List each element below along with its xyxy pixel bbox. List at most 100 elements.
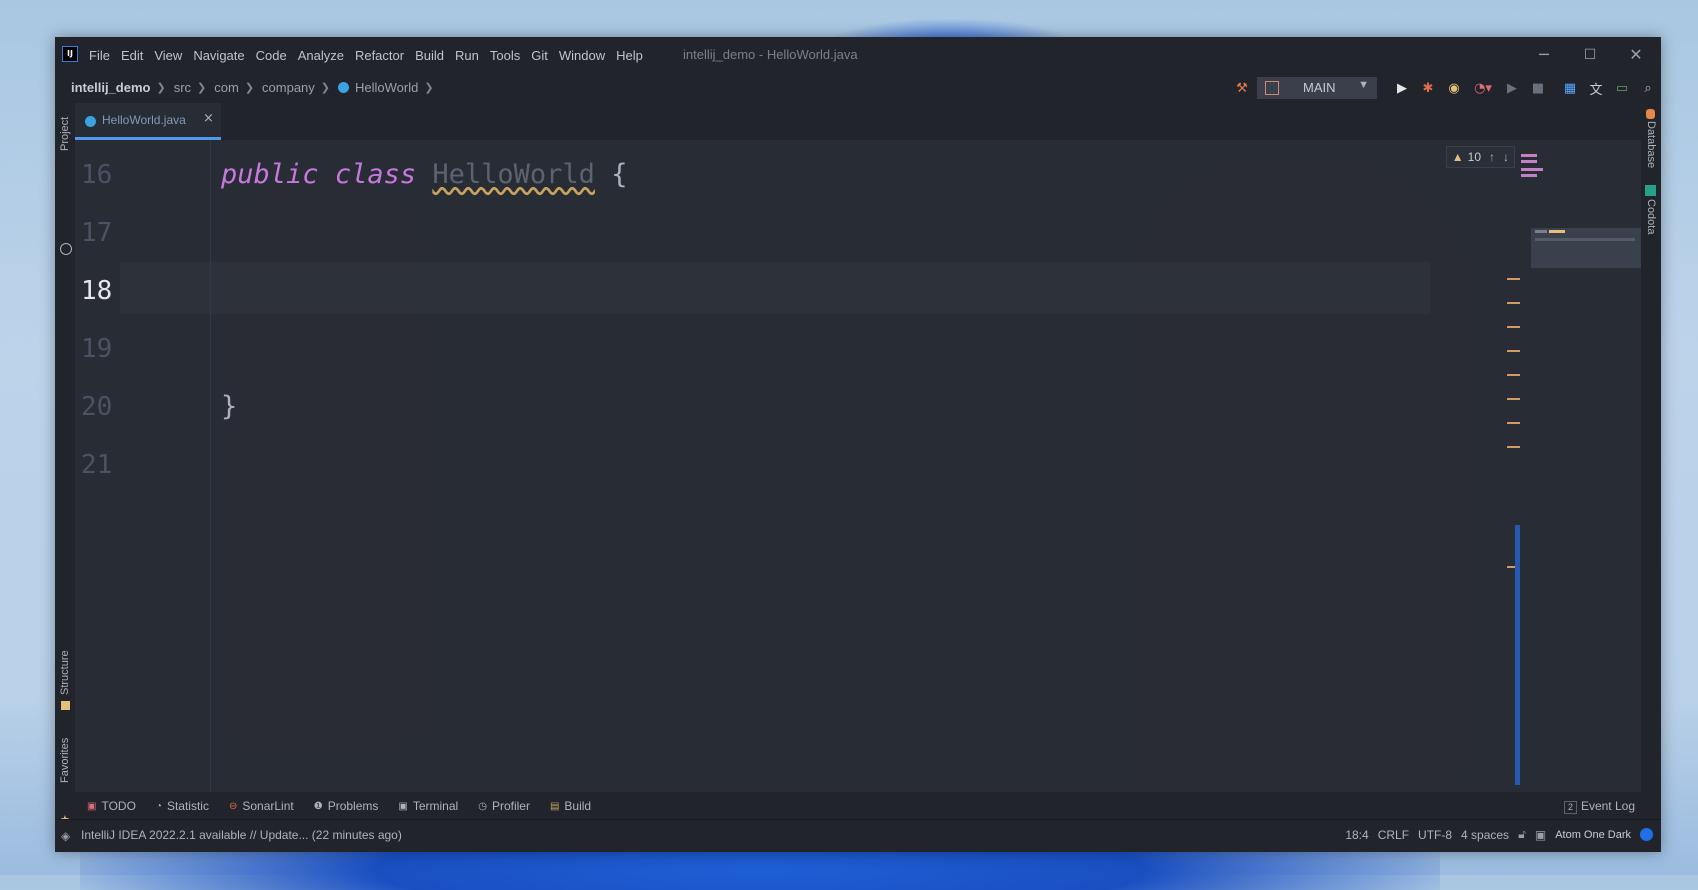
tab-label: HelloWorld.java: [102, 113, 186, 127]
breadcrumb-project[interactable]: intellij_demo: [71, 80, 150, 95]
caret-position[interactable]: 18:4: [1345, 828, 1368, 842]
event-log-button[interactable]: 2 Event Log: [1563, 799, 1635, 814]
breadcrumb-src[interactable]: src: [174, 80, 191, 95]
stop-icon[interactable]: ■: [1527, 77, 1549, 99]
problems-icon: ❶: [313, 800, 323, 812]
database-tool-tab[interactable]: Database: [1643, 121, 1661, 168]
run-config-icon: [1265, 81, 1279, 95]
terminal-icon[interactable]: ▭: [1611, 77, 1633, 99]
build-icon: ▤: [549, 800, 560, 812]
sonarlint-tool-button[interactable]: ⊖ SonarLint: [229, 799, 294, 813]
minimap-code-preview: [1521, 142, 1543, 180]
notification-indicator[interactable]: [1640, 828, 1653, 841]
update-notification[interactable]: IntelliJ IDEA 2022.2.1 available // Upda…: [81, 828, 402, 842]
layers-icon[interactable]: ◈: [61, 829, 73, 843]
debug-icon[interactable]: ✱: [1417, 77, 1439, 99]
coverage-icon[interactable]: ◉: [1443, 77, 1465, 99]
file-encoding[interactable]: UTF-8: [1418, 828, 1452, 842]
window-title: intellij_demo - HelloWorld.java: [683, 47, 858, 62]
arrow-up-icon[interactable]: ↑: [1489, 150, 1495, 164]
menu-help[interactable]: Help: [616, 48, 643, 63]
statistic-tool-button[interactable]: ◔ Statistic: [156, 799, 209, 813]
build-tool-button[interactable]: ▤ Build: [550, 799, 591, 813]
menu-analyze[interactable]: Analyze: [298, 48, 344, 63]
close-icon[interactable]: ×: [203, 111, 214, 126]
menu-edit[interactable]: Edit: [121, 48, 143, 63]
terminal-tool-button[interactable]: ▣ Terminal: [398, 799, 458, 813]
favorites-tool-tab[interactable]: Favorites: [55, 738, 75, 795]
menu-code[interactable]: Code: [256, 48, 287, 63]
current-line-highlight: [120, 262, 1430, 314]
warning-marker[interactable]: [1507, 374, 1520, 376]
theme-name[interactable]: Atom One Dark: [1555, 829, 1631, 841]
vertical-scrollbar[interactable]: [1515, 525, 1520, 785]
codota-icon: [1645, 185, 1656, 196]
inspections-widget[interactable]: ▲ 10 ↑ ↓: [1445, 146, 1515, 168]
run-icon[interactable]: ▶: [1391, 77, 1413, 99]
theme-icon: ▣: [1534, 827, 1547, 842]
structure-icon: [61, 701, 70, 710]
minimize-button[interactable]: ─: [1521, 43, 1567, 67]
rerun-icon[interactable]: ▶: [1501, 77, 1523, 99]
java-class-icon: [338, 82, 349, 93]
warning-marker[interactable]: [1507, 326, 1520, 328]
translate-icon[interactable]: 文: [1585, 77, 1607, 99]
ide-window: IJ File Edit View Navigate Code Analyze …: [55, 37, 1661, 852]
todo-tool-button[interactable]: ▣ TODO: [87, 799, 136, 813]
profiler-tool-button[interactable]: ◷ Profiler: [478, 799, 530, 813]
menu-window[interactable]: Window: [559, 48, 605, 63]
warning-marker[interactable]: [1507, 422, 1520, 424]
indent-setting[interactable]: 4 spaces: [1461, 828, 1509, 842]
hammer-icon[interactable]: ⚒: [1231, 77, 1253, 99]
warning-marker[interactable]: [1507, 446, 1520, 448]
sonarlint-icon: ⊖: [228, 800, 238, 812]
lock-icon[interactable]: 🔓︎: [1518, 827, 1526, 842]
menu-navigate[interactable]: Navigate: [193, 48, 244, 63]
open-brace: {: [611, 159, 628, 190]
line-number: 16: [81, 160, 113, 190]
project-icon: [60, 243, 72, 255]
chevron-down-icon: ▼: [1358, 79, 1369, 91]
app-logo-icon: IJ: [62, 46, 78, 62]
java-class-icon: [85, 116, 96, 127]
line-separator[interactable]: CRLF: [1378, 828, 1409, 842]
minimap-line: [1521, 160, 1537, 163]
search-icon[interactable]: ⌕: [1637, 77, 1659, 99]
chevron-right-icon: ❯: [156, 82, 166, 94]
warning-marker[interactable]: [1507, 398, 1520, 400]
layout-grid-icon[interactable]: ▦: [1559, 77, 1581, 99]
inspections-count: 10: [1467, 150, 1481, 164]
minimap-line: [1521, 174, 1537, 177]
arrow-down-icon[interactable]: ↓: [1503, 150, 1509, 164]
status-right: 18:4 CRLF UTF-8 4 spaces 🔓︎ ▣ Atom One D…: [1336, 827, 1653, 842]
profiler-icon: ◷: [478, 800, 487, 812]
breadcrumb-class[interactable]: HelloWorld: [355, 80, 418, 95]
menu-tools[interactable]: Tools: [490, 48, 520, 63]
codota-tool-tab[interactable]: Codota: [1643, 199, 1661, 234]
minimap-line: [1521, 154, 1537, 157]
project-tool-tab[interactable]: Project: [55, 117, 75, 163]
breadcrumb-company[interactable]: company: [262, 80, 315, 95]
menu-refactor[interactable]: Refactor: [355, 48, 404, 63]
menu-build[interactable]: Build: [415, 48, 444, 63]
tab-helloworld-java[interactable]: HelloWorld.java ×: [75, 103, 221, 140]
warning-marker[interactable]: [1507, 278, 1520, 280]
minimap[interactable]: [1531, 228, 1641, 268]
menu-file[interactable]: File: [89, 48, 110, 63]
line-number: 21: [81, 450, 113, 480]
warning-marker[interactable]: [1507, 350, 1520, 352]
menu-git[interactable]: Git: [531, 48, 548, 63]
code-editor[interactable]: ᴸ ᵒ 16 17 18 19 20 21 public class Hello…: [75, 140, 1641, 792]
menu-run[interactable]: Run: [455, 48, 479, 63]
code-line-16: public class HelloWorld {: [221, 159, 627, 190]
gutter-separator: [210, 140, 211, 792]
menu-view[interactable]: View: [154, 48, 182, 63]
problems-tool-button[interactable]: ❶ Problems: [314, 799, 379, 813]
close-brace: }: [221, 391, 238, 422]
warning-marker[interactable]: [1507, 302, 1520, 304]
maximize-button[interactable]: ☐: [1567, 43, 1613, 67]
run-config-select[interactable]: MAIN ▼: [1257, 77, 1377, 99]
close-button[interactable]: ✕: [1613, 43, 1659, 67]
profiler-icon[interactable]: ◔▾: [1469, 77, 1497, 99]
breadcrumb-com[interactable]: com: [214, 80, 239, 95]
